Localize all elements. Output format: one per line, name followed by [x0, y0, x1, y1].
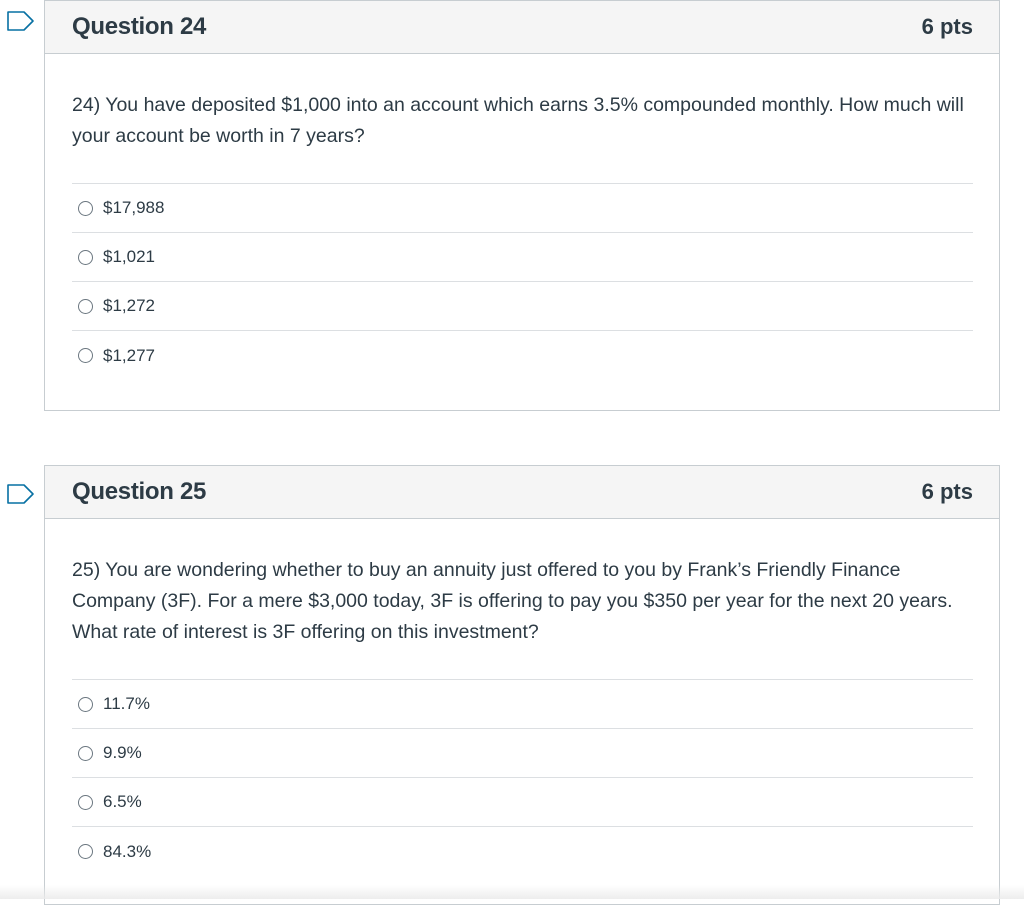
answer-option[interactable]: 9.9%	[72, 729, 973, 778]
question-25: Question 25 6 pts 25) You are wondering …	[44, 465, 1000, 905]
radio-button[interactable]	[78, 200, 93, 216]
answer-label: $1,277	[103, 345, 155, 365]
scroll-fade	[0, 885, 1024, 899]
answer-label: $1,021	[103, 247, 155, 266]
answer-option[interactable]: 84.3%	[72, 827, 973, 876]
answer-option[interactable]: $1,272	[72, 282, 973, 331]
answer-option[interactable]: $1,021	[72, 233, 973, 282]
flag-question-icon[interactable]	[7, 484, 35, 504]
radio-button[interactable]	[78, 794, 93, 810]
flag-question-icon[interactable]	[7, 11, 35, 31]
answer-option[interactable]: $17,988	[72, 184, 973, 233]
answer-label: 84.3%	[103, 841, 152, 861]
question-header: Question 24 6 pts	[45, 0, 999, 54]
answer-option[interactable]: $1,277	[72, 331, 973, 380]
question-title: Question 24	[72, 13, 207, 40]
question-points: 6 pts	[921, 479, 973, 504]
answer-list: 11.7% 9.9% 6.5% 84.3%	[72, 679, 973, 876]
answer-option[interactable]: 6.5%	[72, 778, 973, 827]
radio-button[interactable]	[78, 745, 93, 761]
radio-button[interactable]	[78, 844, 93, 859]
question-text: 24) You have deposited $1,000 into an ac…	[72, 94, 964, 147]
answer-label: $1,272	[103, 296, 155, 315]
answer-list: $17,988 $1,021 $1,272 $1,277	[72, 183, 973, 380]
answer-option[interactable]: 11.7%	[72, 680, 973, 729]
question-text: 25) You are wondering whether to buy an …	[72, 559, 953, 643]
radio-button[interactable]	[78, 249, 93, 265]
radio-button[interactable]	[78, 348, 93, 363]
answer-label: 11.7%	[103, 694, 150, 713]
question-points: 6 pts	[921, 14, 973, 39]
question-24: Question 24 6 pts 24) You have deposited…	[44, 0, 1000, 411]
radio-button[interactable]	[78, 298, 93, 314]
answer-label: 6.5%	[103, 792, 142, 811]
question-header: Question 25 6 pts	[45, 466, 999, 519]
answer-label: 9.9%	[103, 743, 142, 762]
answer-label: $17,988	[103, 198, 165, 217]
question-title: Question 25	[72, 478, 207, 505]
radio-button[interactable]	[78, 696, 93, 712]
